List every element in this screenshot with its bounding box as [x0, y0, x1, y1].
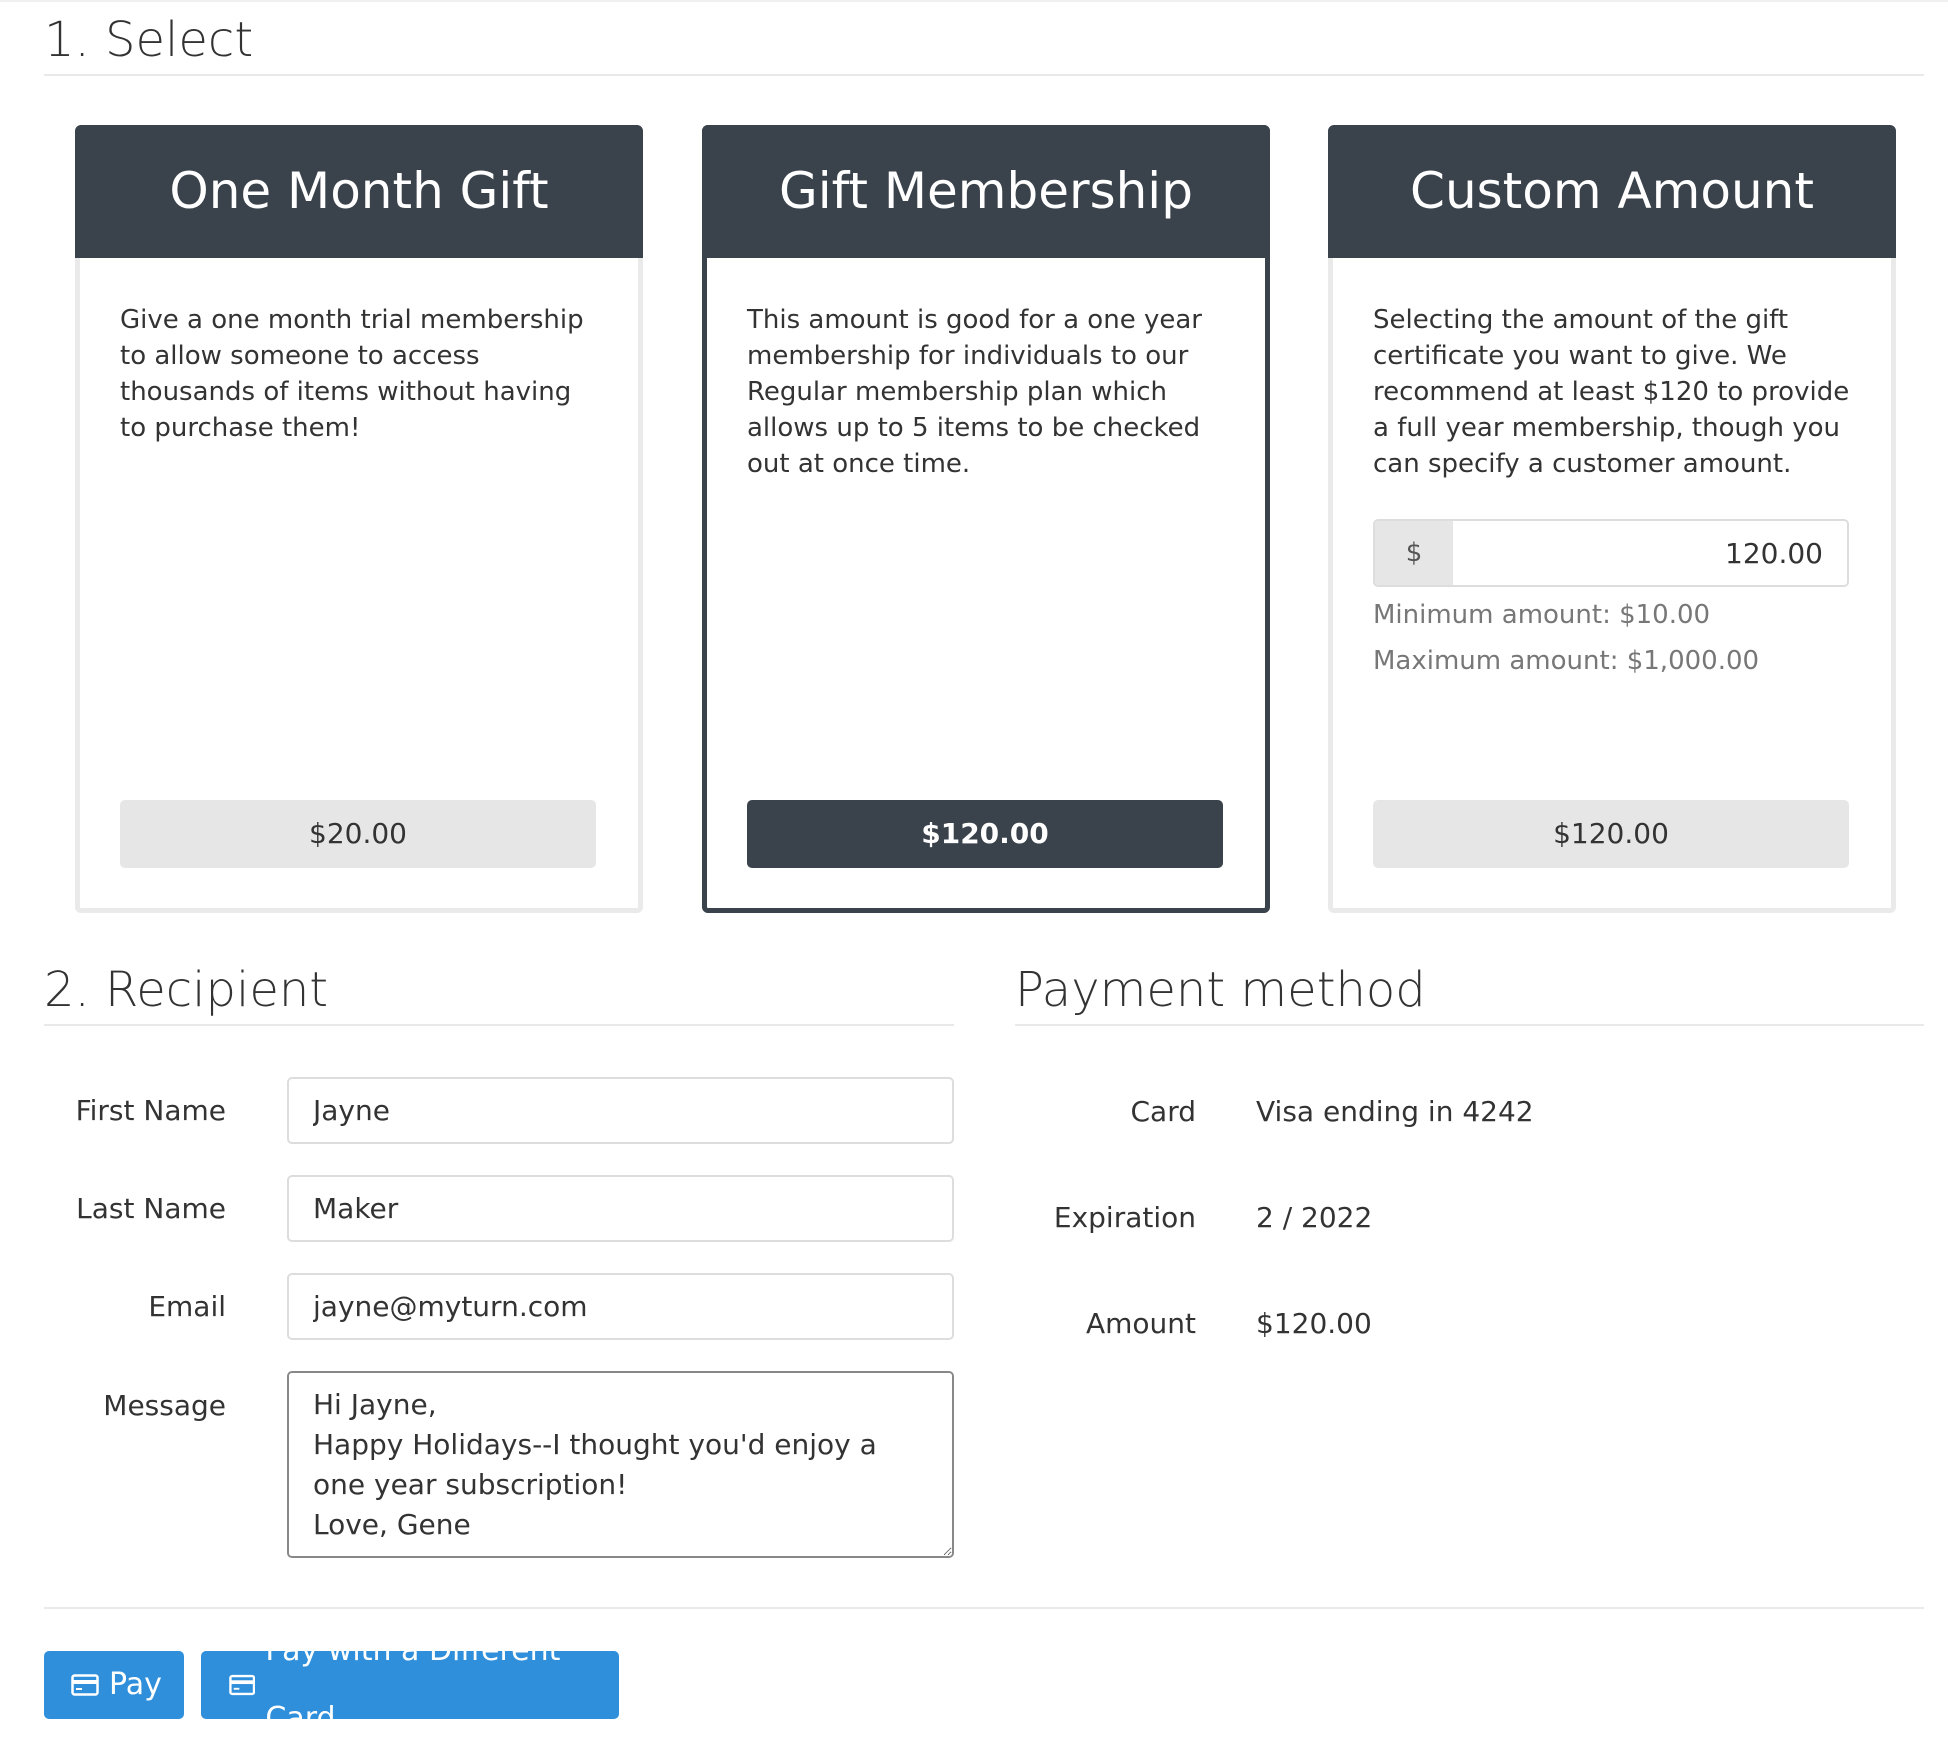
minimum-amount-text: Minimum amount: $10.00 [1373, 600, 1711, 630]
card-one-month-gift[interactable]: One Month Gift Give a one month trial me… [75, 125, 643, 913]
expiration-label: Expiration [1053, 1201, 1196, 1234]
select-divider [44, 74, 1924, 76]
card-description: This amount is good for a one year membe… [747, 305, 1202, 479]
pay-different-card-label: Pay with a Different Card [265, 1633, 561, 1736]
card-title: Custom Amount [1328, 125, 1896, 258]
payment-divider [1015, 1024, 1924, 1026]
pay-button[interactable]: Pay [44, 1651, 184, 1719]
select-section-title: 1. Select [44, 12, 254, 68]
maximum-amount-text: Maximum amount: $1,000.00 [1373, 646, 1760, 676]
amount-label: Amount [1085, 1307, 1196, 1340]
custom-amount-input[interactable] [1453, 521, 1847, 585]
pay-different-card-button[interactable]: Pay with a Different Card [201, 1633, 619, 1736]
card-description: Selecting the amount of the gift certifi… [1373, 305, 1850, 479]
card-value: Visa ending in 4242 [1256, 1095, 1534, 1128]
first-name-label: First Name [75, 1094, 226, 1127]
email-label: Email [148, 1290, 226, 1323]
card-description: Give a one month trial membership to all… [120, 305, 584, 443]
currency-addon: $ [1375, 521, 1453, 585]
card-title: Gift Membership [702, 125, 1270, 258]
select-custom-amount-button[interactable]: $120.00 [1373, 800, 1849, 868]
message-textarea[interactable]: Hi Jayne, Happy Holidays--I thought you'… [287, 1371, 954, 1558]
expiration-value: 2 / 2022 [1256, 1201, 1373, 1234]
card-custom-amount[interactable]: Custom Amount Selecting the amount of th… [1328, 125, 1896, 913]
recipient-section-title: 2. Recipient [44, 962, 329, 1018]
recipient-divider [44, 1024, 954, 1026]
first-name-field[interactable] [287, 1077, 954, 1144]
last-name-label: Last Name [76, 1192, 226, 1225]
email-field[interactable] [287, 1273, 954, 1340]
select-gift-membership-button[interactable]: $120.00 [747, 800, 1223, 868]
message-label: Message [103, 1389, 226, 1422]
select-one-month-button[interactable]: $20.00 [120, 800, 596, 868]
pay-button-label: Pay [109, 1667, 162, 1702]
footer-divider [44, 1607, 1924, 1609]
card-gift-membership[interactable]: Gift Membership This amount is good for … [702, 125, 1270, 913]
last-name-field[interactable] [287, 1175, 954, 1242]
credit-card-icon [229, 1674, 256, 1696]
custom-amount-input-group: $ [1373, 519, 1849, 587]
top-border [0, 0, 1948, 2]
amount-value: $120.00 [1256, 1307, 1372, 1340]
card-label: Card [1130, 1095, 1196, 1128]
payment-section-title: Payment method [1015, 962, 1426, 1018]
credit-card-icon [71, 1674, 99, 1696]
card-title: One Month Gift [75, 125, 643, 258]
